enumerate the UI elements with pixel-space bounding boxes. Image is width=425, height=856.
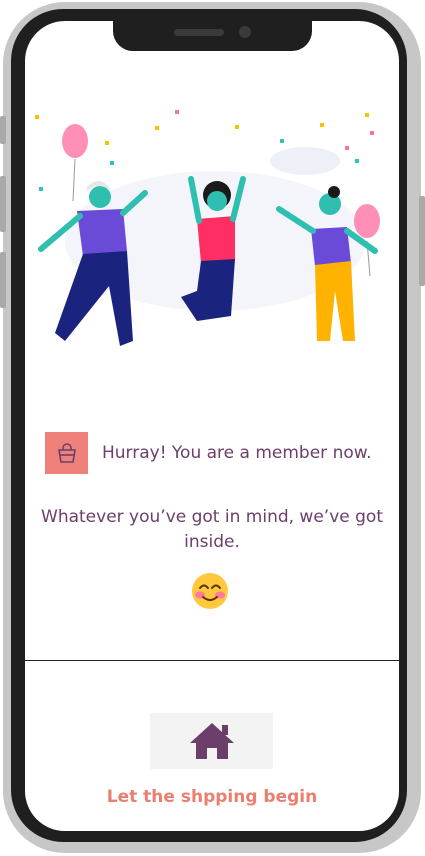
member-message: Hurray! You are a member now. (102, 443, 372, 463)
speaker-grille (174, 29, 224, 36)
balloon-left (62, 124, 88, 158)
volume-up-button (0, 176, 6, 232)
tagline-text: Whatever you’ve got in mind, we’ve got i… (41, 507, 383, 552)
mute-switch (0, 116, 6, 144)
member-confirmation: Hurray! You are a member now. (45, 432, 385, 474)
phone-notch (113, 21, 312, 51)
celebration-illustration (35, 110, 380, 346)
front-camera (239, 26, 251, 38)
app-screen: Hurray! You are a member now. Whatever y… (25, 21, 399, 831)
volume-down-button (0, 252, 6, 308)
home-button[interactable] (150, 713, 273, 769)
start-shopping-link[interactable]: Let the shpping begin (25, 787, 399, 807)
shopping-bag-icon (45, 432, 88, 474)
balloon-right (354, 204, 380, 238)
section-divider (25, 660, 399, 661)
smiling-face-icon (192, 573, 228, 609)
power-button (419, 196, 425, 286)
home-icon (189, 723, 234, 759)
